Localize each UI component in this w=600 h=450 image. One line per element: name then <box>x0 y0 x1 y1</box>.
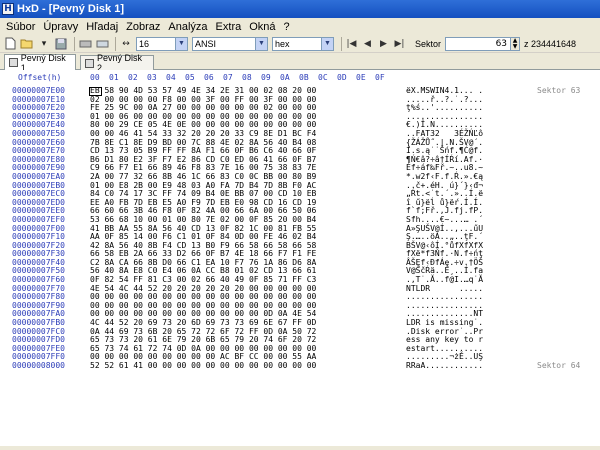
column-header: 08 <box>242 73 252 82</box>
sector-marker: Sektor 63 <box>537 86 581 95</box>
new-file-icon[interactable] <box>3 37 17 51</box>
toolbar-separator <box>74 36 75 51</box>
previous-sector-icon[interactable]: ◀ <box>361 37 374 51</box>
column-header: 09 <box>261 73 271 82</box>
hex-view[interactable]: Offset(h) 00 01 02 03 04 05 06 07 08 09 … <box>0 70 600 450</box>
window-title: HxD - [Pevný Disk 1] <box>17 3 124 15</box>
column-header: 0F <box>375 73 385 82</box>
toolbar-separator <box>341 36 342 51</box>
column-header: 06 <box>204 73 214 82</box>
chevron-down-icon[interactable]: ▼ <box>175 37 187 50</box>
column-header: 07 <box>223 73 233 82</box>
dropdown-arrow-icon[interactable]: ▾ <box>37 37 51 51</box>
sektor-input[interactable]: 63 <box>445 36 512 51</box>
menu-view[interactable]: Zobraz <box>122 21 164 33</box>
save-icon[interactable] <box>54 37 68 51</box>
bytes-per-row-select[interactable]: 16 ▼ <box>136 36 188 51</box>
menu-windows[interactable]: Okná <box>245 21 279 33</box>
sektor-total: z 234441648 <box>524 38 577 49</box>
column-header: 00 <box>90 73 100 82</box>
title-bar: H HxD - [Pevný Disk 1] <box>0 0 600 18</box>
tab-pevny-disk-1[interactable]: Pevný Disk 1 <box>4 53 76 73</box>
bytes-per-row-icon: ↔ <box>122 38 130 49</box>
menu-bar: Súbor Úpravy Hľadaj Zobraz Analýza Extra… <box>0 18 600 35</box>
tab-pevny-disk-2[interactable]: Pevný Disk 2 <box>80 53 154 73</box>
horizontal-scrollbar[interactable] <box>0 446 600 450</box>
row-ascii-text[interactable]: RRaA............ <box>406 361 483 371</box>
column-header: 0C <box>318 73 328 82</box>
sektor-spinner[interactable]: ▲ ▼ <box>511 36 521 51</box>
hex-app-icon[interactable]: H <box>2 3 14 15</box>
row-hex-bytes[interactable]: 52 52 61 41 00 00 00 00 00 00 00 00 00 0… <box>90 361 316 371</box>
disk-icon[interactable] <box>78 37 92 51</box>
sector-marker: Sektor 64 <box>537 361 581 370</box>
first-sector-icon[interactable]: |◀ <box>345 37 358 51</box>
last-sector-icon[interactable]: ▶| <box>393 37 406 51</box>
menu-analysis[interactable]: Analýza <box>164 21 211 33</box>
column-header: 04 <box>166 73 176 82</box>
tab-bar: Pevný Disk 1 Pevný Disk 2 <box>0 53 600 73</box>
hex-header: Offset(h) 00 01 02 03 04 05 06 07 08 09 … <box>0 70 600 87</box>
charset-select[interactable]: ANSI ▼ <box>192 36 268 51</box>
offset-header: Offset(h) <box>18 73 62 82</box>
column-header: 0A <box>280 73 290 82</box>
menu-file[interactable]: Súbor <box>2 21 39 33</box>
column-header: 02 <box>128 73 138 82</box>
menu-help[interactable]: ? <box>280 21 294 33</box>
column-header: 03 <box>147 73 157 82</box>
row-offset: 00000008000 <box>12 361 65 370</box>
open-folder-icon[interactable] <box>20 37 34 51</box>
column-header: 0D <box>337 73 347 82</box>
column-header: 0B <box>299 73 309 82</box>
toolbar: ▾ ↔ 16 ▼ ANSI ▼ hex ▼ |◀ ◀ ▶ ▶| Sektor 6… <box>0 35 600 53</box>
next-sector-icon[interactable]: ▶ <box>377 37 390 51</box>
chevron-down-icon[interactable]: ▼ <box>255 37 267 50</box>
column-header: 01 <box>109 73 119 82</box>
sektor-label: Sektor <box>415 38 442 49</box>
ram-icon[interactable] <box>95 37 109 51</box>
menu-edit[interactable]: Úpravy <box>39 21 82 33</box>
menu-extra[interactable]: Extra <box>212 21 246 33</box>
column-header: 05 <box>185 73 195 82</box>
disk-icon <box>85 58 94 68</box>
toolbar-separator <box>115 36 116 51</box>
column-header: 0E <box>356 73 366 82</box>
chevron-down-icon[interactable]: ▼ <box>321 37 333 50</box>
display-mode-select[interactable]: hex ▼ <box>272 36 334 51</box>
menu-search[interactable]: Hľadaj <box>82 21 122 33</box>
disk-icon <box>9 58 18 67</box>
